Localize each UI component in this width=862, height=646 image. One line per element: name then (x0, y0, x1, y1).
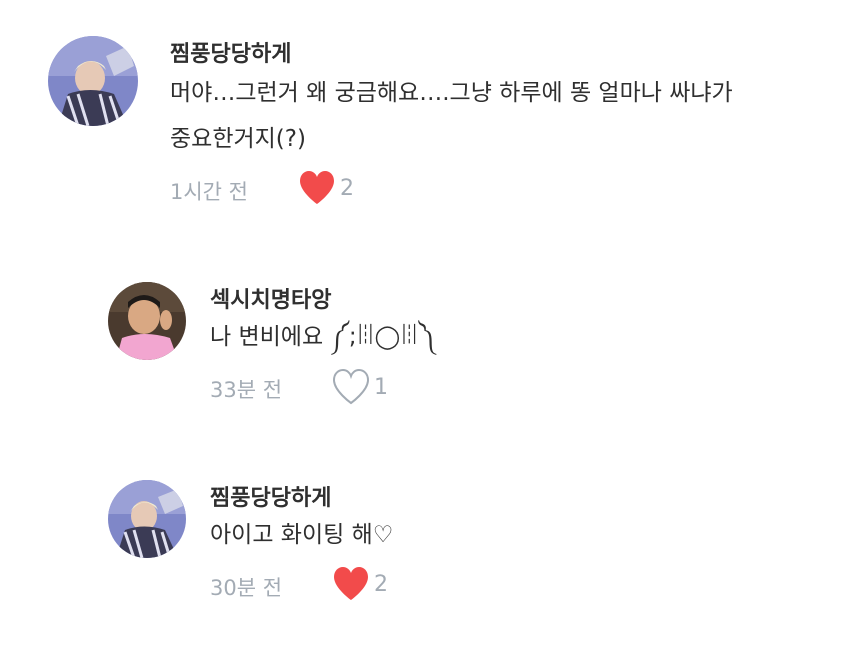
avatar[interactable] (48, 36, 138, 126)
like-button[interactable]: 2 (298, 170, 354, 206)
avatar[interactable] (108, 282, 186, 360)
comment-text: 나 변비에요 ༼;ꈨ◯ꈨ༽ (210, 314, 435, 360)
like-count: 1 (374, 374, 388, 400)
timestamp: 33분 전 (210, 378, 283, 402)
author-name[interactable]: 찜풍당당하게 (170, 36, 291, 68)
comment-text-line: 중요한거지(?) (170, 126, 306, 152)
comment-text-line: 나 변비에요 ༼;ꈨ◯ꈨ༽ (210, 324, 435, 350)
comment-text-line: 머야…그런거 왜 궁금해요….그냥 하루에 똥 얼마나 싸냐가 (170, 80, 733, 106)
heart-filled-icon (332, 566, 370, 602)
comment-text: 머야…그런거 왜 궁금해요….그냥 하루에 똥 얼마나 싸냐가 중요한거지(?) (170, 70, 733, 162)
comment-1: 찜풍당당하게 머야…그런거 왜 궁금해요….그냥 하루에 똥 얼마나 싸냐가 중… (0, 0, 862, 220)
heart-filled-icon (298, 170, 336, 206)
like-button[interactable]: 2 (332, 566, 388, 602)
like-count: 2 (374, 571, 388, 597)
author-name[interactable]: 찜풍당당하게 (210, 480, 331, 512)
timestamp: 30분 전 (210, 576, 283, 600)
like-count: 2 (340, 175, 354, 201)
comment-text: 아이고 화이팅 해♡ (210, 512, 393, 558)
author-name[interactable]: 섹시치명타앙 (210, 282, 331, 314)
timestamp: 1시간 전 (170, 180, 248, 204)
like-button[interactable]: 1 (332, 369, 388, 405)
heart-outline-icon (332, 369, 370, 405)
comment-text-line: 아이고 화이팅 해♡ (210, 522, 394, 548)
avatar[interactable] (108, 480, 186, 558)
